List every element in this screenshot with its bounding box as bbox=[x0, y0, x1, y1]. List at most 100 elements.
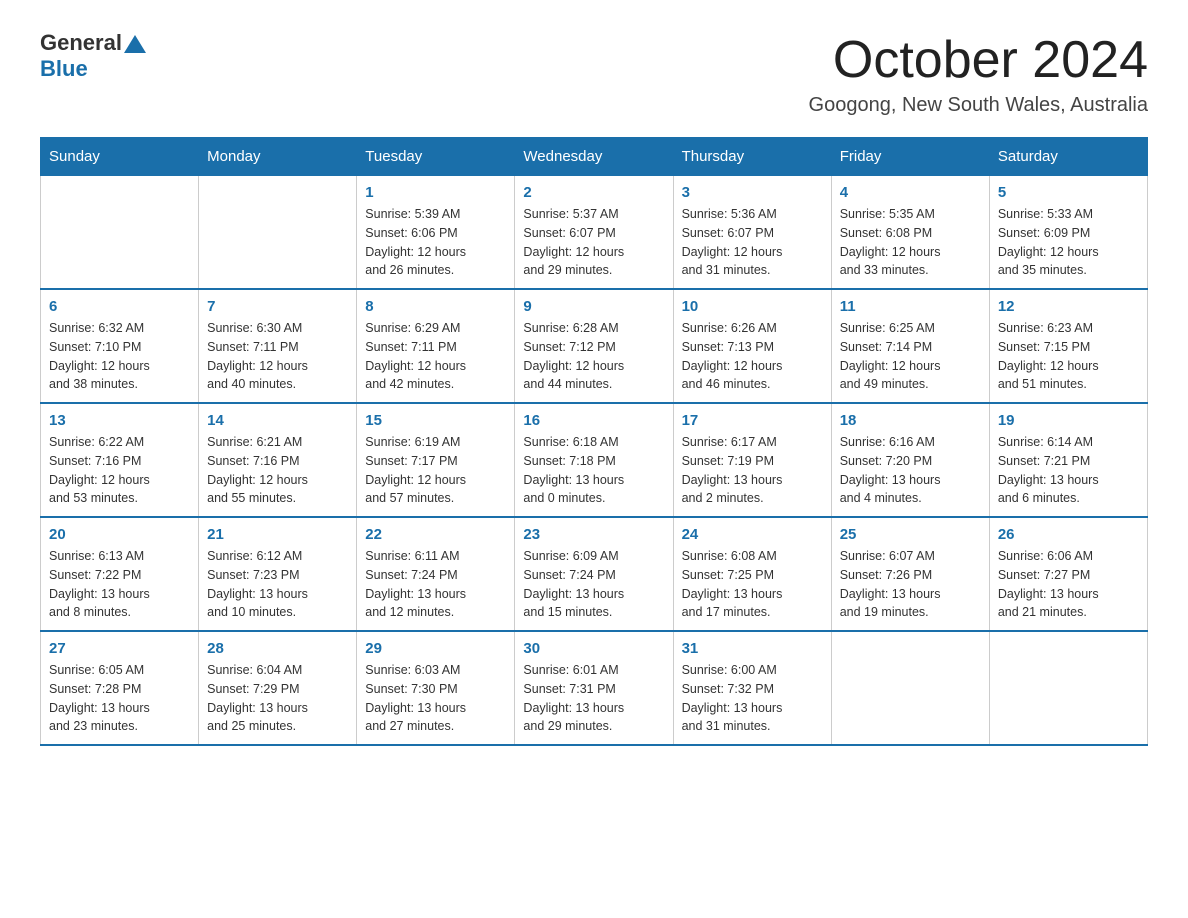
calendar-cell: 2 Sunrise: 5:37 AMSunset: 6:07 PMDaylight… bbox=[515, 176, 673, 290]
page-subtitle: Googong, New South Wales, Australia bbox=[809, 94, 1148, 117]
calendar-day-header: Tuesday bbox=[357, 138, 515, 176]
day-number: 10 bbox=[682, 298, 823, 315]
calendar-day-header: Sunday bbox=[41, 138, 199, 176]
day-info: Sunrise: 5:33 AMSunset: 6:09 PMDaylight:… bbox=[998, 205, 1139, 280]
calendar-cell: 4 Sunrise: 5:35 AMSunset: 6:08 PMDaylight… bbox=[831, 176, 989, 290]
calendar-cell: 12Sunrise: 6:23 AMSunset: 7:15 PMDayligh… bbox=[989, 289, 1147, 403]
calendar-cell: 31 Sunrise: 6:00 AMSunset: 7:32 PMDayligh… bbox=[673, 631, 831, 745]
day-number: 3 bbox=[682, 184, 823, 201]
calendar-day-header: Wednesday bbox=[515, 138, 673, 176]
day-number: 9 bbox=[523, 298, 664, 315]
title-block: October 2024 Googong, New South Wales, A… bbox=[809, 30, 1148, 117]
day-info: Sunrise: 6:18 AMSunset: 7:18 PMDaylight:… bbox=[523, 433, 664, 508]
calendar-week-row: 6 Sunrise: 6:32 AMSunset: 7:10 PMDaylight… bbox=[41, 289, 1148, 403]
day-info: Sunrise: 6:23 AMSunset: 7:15 PMDaylight:… bbox=[998, 319, 1139, 394]
day-info: Sunrise: 5:39 AMSunset: 6:06 PMDaylight:… bbox=[365, 205, 506, 280]
calendar-header-row: SundayMondayTuesdayWednesdayThursdayFrid… bbox=[41, 138, 1148, 176]
calendar-cell bbox=[989, 631, 1147, 745]
calendar-cell bbox=[41, 176, 199, 290]
logo-triangle-icon bbox=[124, 33, 146, 55]
day-info: Sunrise: 6:03 AMSunset: 7:30 PMDaylight:… bbox=[365, 661, 506, 736]
day-number: 16 bbox=[523, 412, 664, 429]
day-info: Sunrise: 6:13 AMSunset: 7:22 PMDaylight:… bbox=[49, 547, 190, 622]
calendar-cell: 10Sunrise: 6:26 AMSunset: 7:13 PMDayligh… bbox=[673, 289, 831, 403]
day-number: 13 bbox=[49, 412, 190, 429]
calendar-cell: 13 Sunrise: 6:22 AMSunset: 7:16 PMDayligh… bbox=[41, 403, 199, 517]
day-number: 18 bbox=[840, 412, 981, 429]
day-info: Sunrise: 6:01 AMSunset: 7:31 PMDaylight:… bbox=[523, 661, 664, 736]
day-number: 22 bbox=[365, 526, 506, 543]
page-title: October 2024 bbox=[809, 30, 1148, 90]
day-info: Sunrise: 6:00 AMSunset: 7:32 PMDaylight:… bbox=[682, 661, 823, 736]
calendar-cell bbox=[199, 176, 357, 290]
day-info: Sunrise: 5:37 AMSunset: 6:07 PMDaylight:… bbox=[523, 205, 664, 280]
calendar-cell: 11 Sunrise: 6:25 AMSunset: 7:14 PMDayligh… bbox=[831, 289, 989, 403]
calendar-cell: 9 Sunrise: 6:28 AMSunset: 7:12 PMDaylight… bbox=[515, 289, 673, 403]
day-number: 27 bbox=[49, 640, 190, 657]
day-info: Sunrise: 6:09 AMSunset: 7:24 PMDaylight:… bbox=[523, 547, 664, 622]
day-number: 20 bbox=[49, 526, 190, 543]
calendar-cell: 18 Sunrise: 6:16 AMSunset: 7:20 PMDayligh… bbox=[831, 403, 989, 517]
day-info: Sunrise: 6:19 AMSunset: 7:17 PMDaylight:… bbox=[365, 433, 506, 508]
day-number: 1 bbox=[365, 184, 506, 201]
day-info: Sunrise: 6:21 AMSunset: 7:16 PMDaylight:… bbox=[207, 433, 348, 508]
logo: General Blue bbox=[40, 30, 146, 82]
day-number: 31 bbox=[682, 640, 823, 657]
calendar-cell bbox=[831, 631, 989, 745]
day-info: Sunrise: 6:32 AMSunset: 7:10 PMDaylight:… bbox=[49, 319, 190, 394]
day-info: Sunrise: 5:35 AMSunset: 6:08 PMDaylight:… bbox=[840, 205, 981, 280]
calendar-cell: 25 Sunrise: 6:07 AMSunset: 7:26 PMDayligh… bbox=[831, 517, 989, 631]
day-number: 4 bbox=[840, 184, 981, 201]
calendar-cell: 22 Sunrise: 6:11 AMSunset: 7:24 PMDayligh… bbox=[357, 517, 515, 631]
day-info: Sunrise: 6:07 AMSunset: 7:26 PMDaylight:… bbox=[840, 547, 981, 622]
calendar-cell: 8 Sunrise: 6:29 AMSunset: 7:11 PMDaylight… bbox=[357, 289, 515, 403]
calendar-day-header: Monday bbox=[199, 138, 357, 176]
day-number: 15 bbox=[365, 412, 506, 429]
day-info: Sunrise: 6:06 AMSunset: 7:27 PMDaylight:… bbox=[998, 547, 1139, 622]
calendar-table: SundayMondayTuesdayWednesdayThursdayFrid… bbox=[40, 137, 1148, 746]
calendar-cell: 3Sunrise: 5:36 AMSunset: 6:07 PMDaylight… bbox=[673, 176, 831, 290]
day-number: 5 bbox=[998, 184, 1139, 201]
day-number: 29 bbox=[365, 640, 506, 657]
calendar-cell: 14 Sunrise: 6:21 AMSunset: 7:16 PMDayligh… bbox=[199, 403, 357, 517]
calendar-day-header: Friday bbox=[831, 138, 989, 176]
day-number: 19 bbox=[998, 412, 1139, 429]
day-number: 25 bbox=[840, 526, 981, 543]
calendar-week-row: 13 Sunrise: 6:22 AMSunset: 7:16 PMDayligh… bbox=[41, 403, 1148, 517]
day-info: Sunrise: 6:28 AMSunset: 7:12 PMDaylight:… bbox=[523, 319, 664, 394]
day-number: 2 bbox=[523, 184, 664, 201]
day-info: Sunrise: 6:14 AMSunset: 7:21 PMDaylight:… bbox=[998, 433, 1139, 508]
day-info: Sunrise: 6:16 AMSunset: 7:20 PMDaylight:… bbox=[840, 433, 981, 508]
day-number: 30 bbox=[523, 640, 664, 657]
calendar-cell: 26 Sunrise: 6:06 AMSunset: 7:27 PMDayligh… bbox=[989, 517, 1147, 631]
day-info: Sunrise: 6:04 AMSunset: 7:29 PMDaylight:… bbox=[207, 661, 348, 736]
day-info: Sunrise: 6:11 AMSunset: 7:24 PMDaylight:… bbox=[365, 547, 506, 622]
calendar-day-header: Thursday bbox=[673, 138, 831, 176]
day-number: 23 bbox=[523, 526, 664, 543]
calendar-cell: 20 Sunrise: 6:13 AMSunset: 7:22 PMDayligh… bbox=[41, 517, 199, 631]
calendar-cell: 16 Sunrise: 6:18 AMSunset: 7:18 PMDayligh… bbox=[515, 403, 673, 517]
day-info: Sunrise: 6:12 AMSunset: 7:23 PMDaylight:… bbox=[207, 547, 348, 622]
calendar-cell: 1 Sunrise: 5:39 AMSunset: 6:06 PMDaylight… bbox=[357, 176, 515, 290]
page-header: General Blue October 2024 Googong, New S… bbox=[40, 30, 1148, 117]
day-info: Sunrise: 6:30 AMSunset: 7:11 PMDaylight:… bbox=[207, 319, 348, 394]
calendar-cell: 6 Sunrise: 6:32 AMSunset: 7:10 PMDaylight… bbox=[41, 289, 199, 403]
day-number: 28 bbox=[207, 640, 348, 657]
day-number: 6 bbox=[49, 298, 190, 315]
calendar-cell: 23 Sunrise: 6:09 AMSunset: 7:24 PMDayligh… bbox=[515, 517, 673, 631]
calendar-cell: 15 Sunrise: 6:19 AMSunset: 7:17 PMDayligh… bbox=[357, 403, 515, 517]
day-info: Sunrise: 6:22 AMSunset: 7:16 PMDaylight:… bbox=[49, 433, 190, 508]
day-info: Sunrise: 6:17 AMSunset: 7:19 PMDaylight:… bbox=[682, 433, 823, 508]
day-number: 11 bbox=[840, 298, 981, 315]
day-info: Sunrise: 6:25 AMSunset: 7:14 PMDaylight:… bbox=[840, 319, 981, 394]
day-info: Sunrise: 6:29 AMSunset: 7:11 PMDaylight:… bbox=[365, 319, 506, 394]
calendar-week-row: 20 Sunrise: 6:13 AMSunset: 7:22 PMDayligh… bbox=[41, 517, 1148, 631]
day-number: 14 bbox=[207, 412, 348, 429]
calendar-cell: 28 Sunrise: 6:04 AMSunset: 7:29 PMDayligh… bbox=[199, 631, 357, 745]
day-number: 17 bbox=[682, 412, 823, 429]
logo-general-text: General bbox=[40, 30, 122, 56]
calendar-cell: 24Sunrise: 6:08 AMSunset: 7:25 PMDayligh… bbox=[673, 517, 831, 631]
day-number: 8 bbox=[365, 298, 506, 315]
calendar-week-row: 1 Sunrise: 5:39 AMSunset: 6:06 PMDaylight… bbox=[41, 176, 1148, 290]
day-number: 26 bbox=[998, 526, 1139, 543]
